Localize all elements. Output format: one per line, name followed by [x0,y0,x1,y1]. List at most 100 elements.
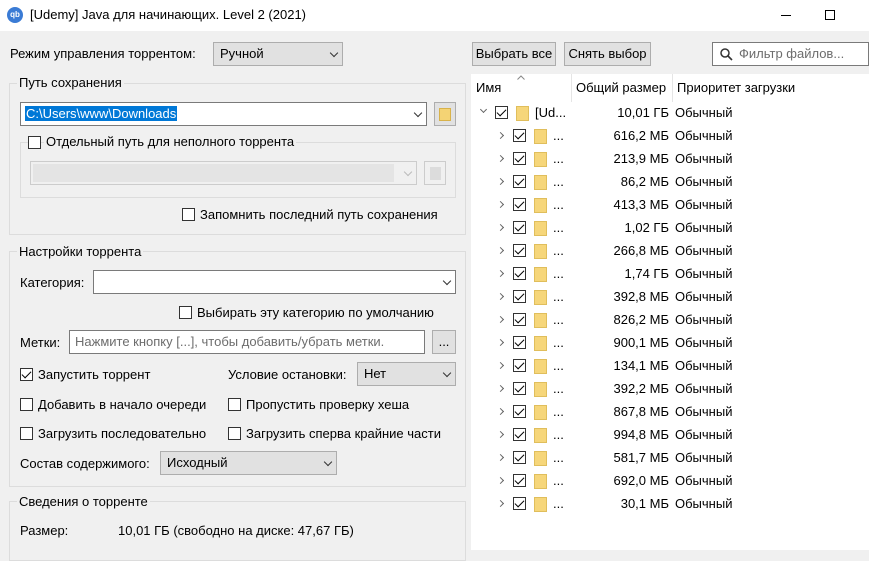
start-torrent-checkbox[interactable] [20,368,33,381]
tags-edit-button[interactable]: ... [432,330,456,354]
expand-arrow-icon[interactable] [496,223,505,232]
file-priority[interactable]: Обычный [675,404,732,419]
select-all-button[interactable]: Выбрать все [472,42,556,66]
expand-arrow-icon[interactable] [496,246,505,255]
file-checkbox[interactable] [513,313,526,326]
tree-row[interactable]: ... 900,1 МБ Обычный [471,332,869,355]
file-priority[interactable]: Обычный [675,105,732,120]
sequential-checkbox[interactable] [20,427,33,440]
tree-row[interactable]: ... 86,2 МБ Обычный [471,171,869,194]
file-priority[interactable]: Обычный [675,312,732,327]
file-priority[interactable]: Обычный [675,243,732,258]
tree-row[interactable]: ... 392,8 МБ Обычный [471,286,869,309]
file-checkbox[interactable] [513,198,526,211]
remember-path-checkbox[interactable] [182,208,195,221]
select-none-button[interactable]: Снять выбор [564,42,651,66]
column-header-priority[interactable]: Приоритет загрузки [672,74,869,102]
expand-arrow-icon[interactable] [496,453,505,462]
torrent-settings-title: Настройки торрента [17,244,144,259]
expand-arrow-icon[interactable] [496,200,505,209]
folder-icon [534,451,547,466]
file-priority[interactable]: Обычный [675,450,732,465]
tree-row[interactable]: ... 692,0 МБ Обычный [471,470,869,493]
expand-arrow-icon[interactable] [496,131,505,140]
file-tree[interactable]: Имя Общий размер Приоритет загрузки [Ud.… [471,74,869,550]
expand-arrow-icon[interactable] [496,315,505,324]
file-checkbox[interactable] [513,175,526,188]
tree-row[interactable]: ... 392,2 МБ Обычный [471,378,869,401]
file-checkbox[interactable] [513,405,526,418]
tree-row[interactable]: ... 134,1 МБ Обычный [471,355,869,378]
file-checkbox[interactable] [513,474,526,487]
tree-row[interactable]: ... 581,7 МБ Обычный [471,447,869,470]
file-priority[interactable]: Обычный [675,335,732,350]
file-checkbox[interactable] [513,290,526,303]
file-checkbox[interactable] [513,428,526,441]
expand-arrow-icon[interactable] [496,154,505,163]
default-category-checkbox[interactable] [179,306,192,319]
minimize-button[interactable] [776,6,796,24]
maximize-button[interactable] [825,10,835,20]
expand-arrow-icon[interactable] [496,499,505,508]
category-combo[interactable] [93,270,456,294]
file-checkbox[interactable] [513,221,526,234]
first-last-checkbox[interactable] [228,427,241,440]
file-size: 134,1 МБ [613,358,669,373]
file-filter-input[interactable]: Фильтр файлов... [712,42,869,66]
content-layout-select[interactable]: Исходный [160,451,337,475]
file-checkbox[interactable] [495,106,508,119]
expand-arrow-icon[interactable] [496,407,505,416]
file-checkbox[interactable] [513,451,526,464]
tree-row[interactable]: ... 213,9 МБ Обычный [471,148,869,171]
file-size: 581,7 МБ [613,450,669,465]
add-top-queue-checkbox[interactable] [20,398,33,411]
tree-row[interactable]: ... 413,3 МБ Обычный [471,194,869,217]
file-priority[interactable]: Обычный [675,358,732,373]
tree-row[interactable]: ... 1,02 ГБ Обычный [471,217,869,240]
tree-row[interactable]: ... 867,8 МБ Обычный [471,401,869,424]
file-priority[interactable]: Обычный [675,266,732,281]
save-path-combo[interactable]: C:\Users\www\Downloads [20,102,427,126]
file-priority[interactable]: Обычный [675,220,732,235]
file-checkbox[interactable] [513,382,526,395]
tree-row[interactable]: ... 30,1 МБ Обычный [471,493,869,516]
column-header-size[interactable]: Общий размер [571,74,672,102]
file-priority[interactable]: Обычный [675,496,732,511]
file-checkbox[interactable] [513,359,526,372]
expand-arrow-icon[interactable] [496,177,505,186]
file-checkbox[interactable] [513,267,526,280]
incomplete-path-checkbox[interactable] [28,136,41,149]
expand-arrow-icon[interactable] [496,384,505,393]
file-checkbox[interactable] [513,152,526,165]
expand-arrow-icon[interactable] [496,430,505,439]
expand-arrow-icon[interactable] [496,361,505,370]
file-priority[interactable]: Обычный [675,174,732,189]
browse-folder-button[interactable] [434,102,456,126]
tree-row[interactable]: ... 616,2 МБ Обычный [471,125,869,148]
file-priority[interactable]: Обычный [675,381,732,396]
expand-arrow-icon[interactable] [496,338,505,347]
tree-row[interactable]: ... 826,2 МБ Обычный [471,309,869,332]
stop-condition-select[interactable]: Нет [357,362,456,386]
expand-arrow-icon[interactable] [496,269,505,278]
collapse-arrow-icon[interactable] [479,105,488,114]
expand-arrow-icon[interactable] [496,292,505,301]
file-priority[interactable]: Обычный [675,473,732,488]
file-checkbox[interactable] [513,336,526,349]
tags-input[interactable]: Нажмите кнопку [...], чтобы добавить/убр… [69,330,425,354]
tree-row[interactable]: ... 266,8 МБ Обычный [471,240,869,263]
tree-row[interactable]: ... 994,8 МБ Обычный [471,424,869,447]
file-priority[interactable]: Обычный [675,151,732,166]
skip-hash-checkbox[interactable] [228,398,241,411]
file-priority[interactable]: Обычный [675,427,732,442]
tree-root-row[interactable]: [Ud... 10,01 ГБ Обычный [471,102,869,125]
expand-arrow-icon[interactable] [496,476,505,485]
file-checkbox[interactable] [513,497,526,510]
file-checkbox[interactable] [513,244,526,257]
torrent-mode-select[interactable]: Ручной [213,42,343,66]
file-checkbox[interactable] [513,129,526,142]
file-priority[interactable]: Обычный [675,289,732,304]
tree-row[interactable]: ... 1,74 ГБ Обычный [471,263,869,286]
file-priority[interactable]: Обычный [675,197,732,212]
file-priority[interactable]: Обычный [675,128,732,143]
